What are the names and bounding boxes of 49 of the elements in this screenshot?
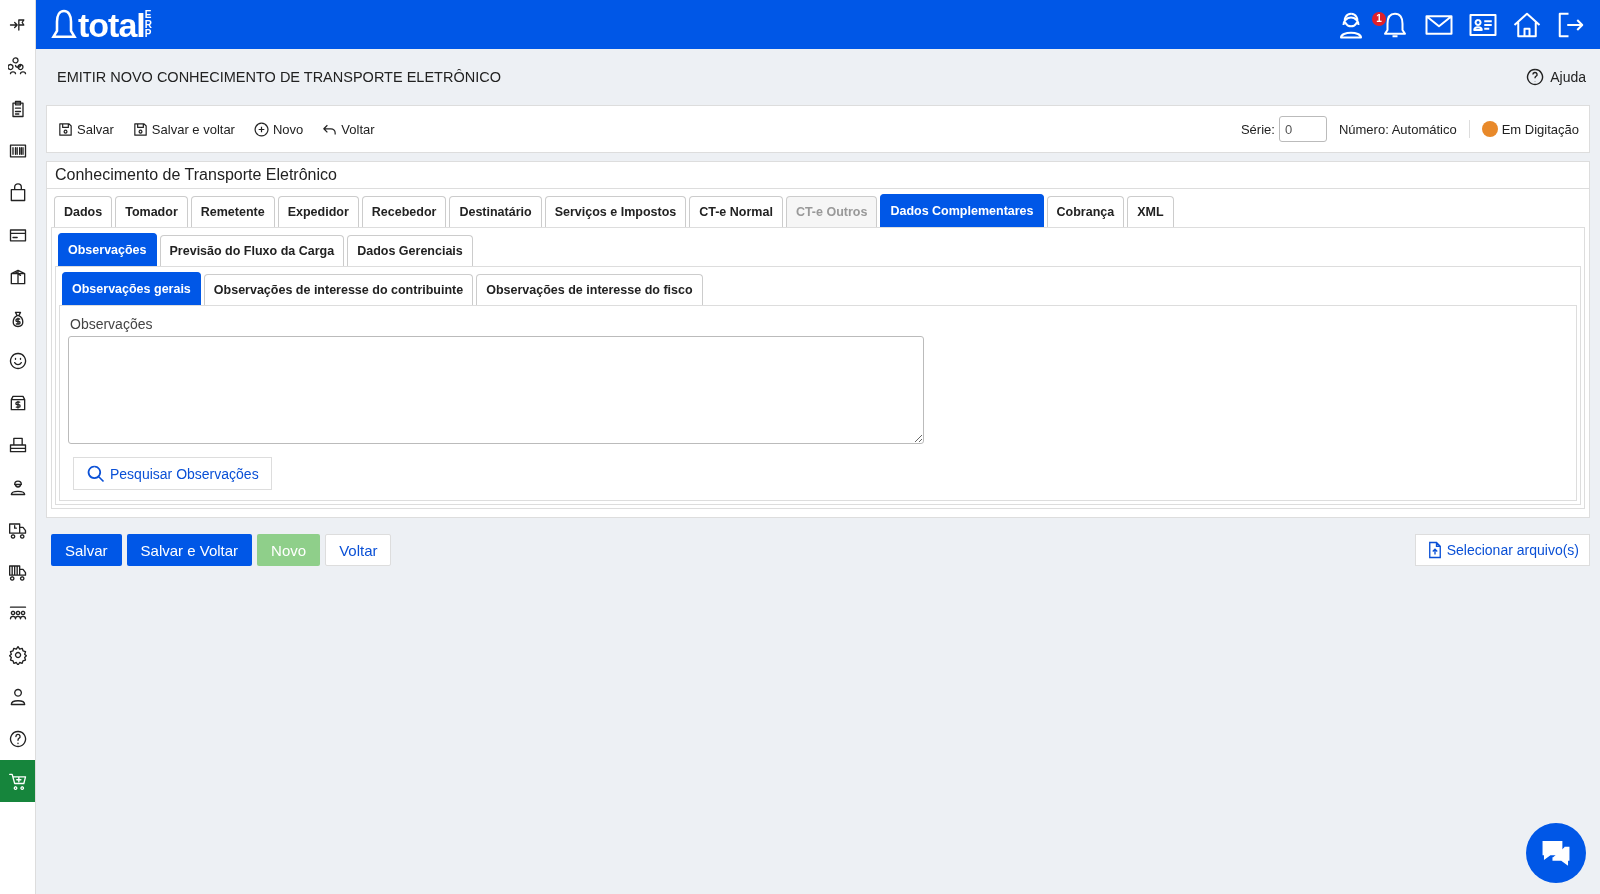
serie-field[interactable]: 0 (1278, 116, 1327, 142)
tab[interactable]: Serviços e Impostos (544, 196, 687, 227)
tab[interactable]: Observações de interesse do contribuinte (203, 274, 474, 305)
logo-text: total (78, 7, 145, 42)
search-icon (86, 463, 106, 484)
help-icon (1525, 67, 1546, 87)
tab[interactable]: Previsão do Fluxo da Carga (159, 235, 345, 266)
notification-badge: 1 (1372, 11, 1386, 26)
tab[interactable]: Observações gerais (62, 272, 201, 305)
observations-field[interactable] (68, 336, 924, 444)
cart-icon (7, 771, 28, 791)
users-icon (7, 57, 28, 77)
field-label: Observações (70, 316, 154, 332)
logo-suffix: ERP (144, 10, 153, 39)
action-button[interactable]: Salvar e Voltar (126, 534, 253, 566)
tab[interactable]: Dados (54, 196, 113, 227)
tab[interactable]: Observações de interesse do fisco (476, 274, 703, 305)
gear-icon (7, 645, 28, 665)
toolbar-action[interactable]: Novo (252, 120, 304, 138)
save-icon (131, 120, 149, 138)
tab[interactable]: XML (1127, 196, 1174, 227)
tab[interactable]: Expedidor (277, 196, 359, 227)
tab[interactable]: Observações (58, 233, 157, 266)
save-icon (57, 120, 74, 138)
form-title: Conhecimento de Transporte Eletrônico (47, 162, 1589, 189)
upload-button[interactable]: Selecionar arquivo(s) (1414, 534, 1590, 566)
tab[interactable]: Dados Complementares (880, 194, 1044, 227)
serie-label: Série: (1240, 121, 1275, 137)
toolbar-action[interactable]: Salvar (57, 120, 114, 138)
tab[interactable]: Recebedor (361, 196, 447, 227)
help-icon (7, 729, 28, 749)
chat-button[interactable] (1526, 823, 1586, 883)
search-button[interactable]: Pesquisar Observações (73, 457, 272, 490)
tab[interactable]: Remetente (190, 196, 275, 227)
toolbar-action[interactable]: Voltar (321, 120, 375, 138)
tab[interactable]: Dados Gerenciais (347, 235, 473, 266)
smiley-icon (7, 351, 28, 371)
status-text: Em Digitação (1501, 121, 1579, 137)
number-text: Número: Automático (1338, 121, 1457, 137)
tab[interactable]: CT-e Normal (689, 196, 783, 227)
help-link[interactable]: Ajuda (1525, 67, 1586, 87)
tab[interactable]: Destinatário (449, 196, 542, 227)
page-title: EMITIR NOVO CONHECIMENTO DE TRANSPORTE ELETRÔNICO (57, 69, 501, 85)
toolbar-action[interactable]: Salvar e voltar (131, 120, 235, 138)
tab[interactable]: Cobrança (1046, 196, 1125, 227)
action-button[interactable]: Voltar (325, 534, 392, 566)
printer-icon (7, 435, 28, 455)
tab[interactable]: Tomador (115, 196, 188, 227)
action-button[interactable]: Salvar (51, 534, 122, 566)
